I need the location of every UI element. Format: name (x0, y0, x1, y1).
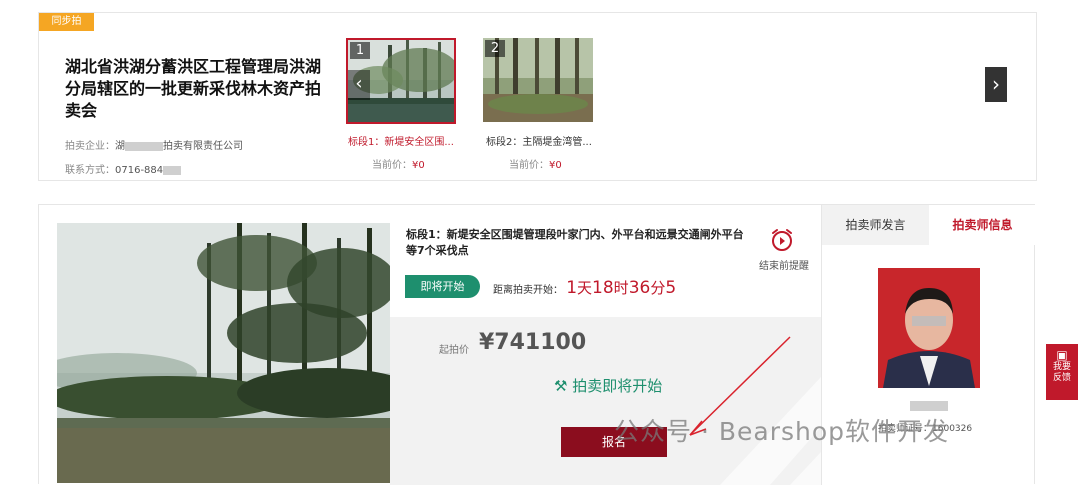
countdown-seconds: 5 (665, 278, 677, 298)
reminder-label: 结束前提醒 (759, 261, 809, 272)
chevron-left-icon[interactable]: ‹ (348, 70, 370, 100)
start-price-label: 起拍价 (439, 345, 469, 356)
company-label: 拍卖企业： (65, 141, 115, 152)
gavel-icon: ⚒ (554, 377, 568, 395)
chat-icon: ▣ (1056, 348, 1068, 362)
feedback-button[interactable]: ▣ 我要 反馈 (1046, 344, 1078, 400)
lot-main-photo-image (57, 223, 390, 483)
redacted-name (910, 401, 948, 411)
lot-1-price: ¥0 (412, 160, 425, 171)
contact-line: 联系方式：0716-884 (65, 161, 182, 176)
countdown: 距离拍卖开始： 1天18时36分5 (493, 277, 676, 298)
contact-label: 联系方式： (65, 165, 115, 176)
watermark: 公众号 · Bearshop软件开发 (614, 417, 950, 446)
countdown-label: 距离拍卖开始： (493, 285, 563, 296)
auction-summary-card: 同步拍 湖北省洪湖分蓄洪区工程管理局洪湖分局辖区的一批更新采伐林木资产拍卖会 拍… (38, 12, 1037, 181)
lot-1-label[interactable]: 标段1：新堤安全区围... (348, 133, 463, 148)
auction-title[interactable]: 湖北省洪湖分蓄洪区工程管理局洪湖分局辖区的一批更新采伐林木资产拍卖会 (65, 56, 325, 122)
lot-2-label[interactable]: 标段2：主隔堤金湾管... (486, 133, 601, 148)
lot-title: 标段1：新堤安全区围堤管理段叶家门内、外平台和远景交通闸外平台等7个采伐点 (406, 228, 744, 257)
lot-2-price-line: 当前价：¥0 (509, 156, 562, 171)
auctioneer-portrait (878, 268, 980, 388)
tab-auctioneer-speech[interactable]: 拍卖师发言 (822, 205, 929, 245)
price-label: 当前价： (509, 160, 549, 171)
auctioneer-photo (878, 268, 980, 388)
lot-number: 1 (350, 42, 370, 59)
chevron-right-icon[interactable]: › (985, 67, 1007, 102)
alarm-clock-icon (771, 229, 792, 251)
company-suffix: 拍卖有限责任公司 (163, 141, 243, 152)
start-price: ¥741100 (479, 330, 587, 355)
auction-soon-text: 拍卖即将开始 (572, 377, 663, 395)
countdown-days-unit: 天 (577, 279, 593, 297)
redacted-text (163, 165, 182, 175)
lot-main-photo (57, 223, 390, 483)
tab-auctioneer-info[interactable]: 拍卖师信息 (929, 205, 1036, 245)
lot-2-price: ¥0 (549, 160, 562, 171)
sync-auction-tag: 同步拍 (39, 13, 94, 31)
countdown-days: 1 (566, 278, 578, 298)
company-line: 拍卖企业：湖 拍卖有限责任公司 (65, 137, 243, 152)
lot-1-price-line: 当前价：¥0 (372, 156, 425, 171)
lot-number: 2 (485, 40, 505, 57)
lot-thumbnail-2[interactable]: 2 (483, 38, 593, 122)
end-reminder-button[interactable]: 结束前提醒 (759, 227, 809, 272)
countdown-minutes: 36 (628, 278, 651, 298)
company-prefix: 湖 (115, 141, 125, 152)
redacted-text (125, 141, 163, 151)
countdown-hours: 18 (592, 278, 614, 298)
feedback-line2: 反馈 (1052, 373, 1071, 383)
price-label: 当前价： (372, 160, 412, 171)
countdown-minutes-unit: 分 (650, 279, 666, 297)
status-badge: 即将开始 (405, 275, 480, 298)
feedback-line1: 我要 (1052, 362, 1071, 372)
lot-thumbnail-1[interactable]: 1 ‹ (346, 38, 456, 124)
countdown-hours-unit: 时 (613, 279, 629, 297)
auction-soon: ⚒ 拍卖即将开始 (554, 375, 662, 396)
contact-value: 0716-884 (115, 165, 164, 176)
